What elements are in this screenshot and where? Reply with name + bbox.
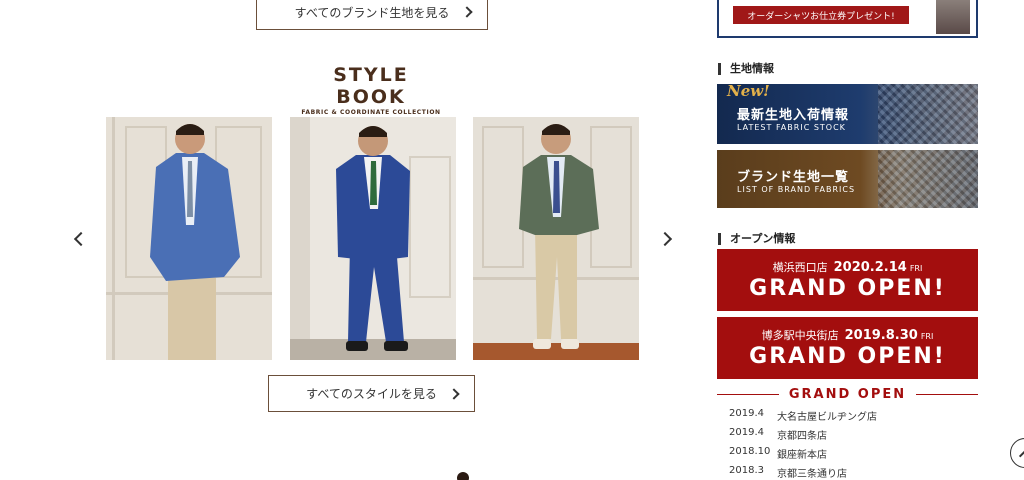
opening-details: 博多駅中央街店 2019.8.30 FRI [717, 327, 978, 343]
opening-weekday: FRI [920, 332, 934, 341]
list-item-date: 2019.4 [729, 408, 764, 419]
list-item[interactable]: 2019.4 大名古屋ビルヂング店 [729, 408, 877, 427]
opening-weekday: FRI [909, 264, 923, 273]
all-styles-button[interactable]: すべてのスタイルを見る [268, 375, 475, 412]
latest-fabric-subtitle: LATEST FABRIC STOCK [737, 123, 846, 132]
chevron-right-icon [448, 387, 460, 400]
style-book-heading: STYLE BOOK FABRIC & COORDINATE COLLECTIO… [296, 64, 446, 116]
brand-fabrics-banner[interactable]: ブランド生地一覧 LIST OF BRAND FABRICS [717, 150, 978, 208]
chevron-right-icon [461, 6, 473, 18]
opening-banner-hakata[interactable]: 博多駅中央街店 2019.8.30 FRI GRAND OPEN! [717, 317, 978, 379]
grand-open-section-heading: GRAND OPEN [717, 386, 978, 402]
divider [717, 393, 779, 395]
list-item-date: 2018.3 [729, 465, 764, 476]
style-look-3[interactable] [473, 117, 639, 360]
all-brand-fabrics-label: すべてのブランド生地を見る [294, 5, 450, 20]
scroll-to-top-button[interactable] [1010, 438, 1024, 468]
bottom-avatar-fragment [457, 472, 469, 480]
fabric-texture-image [878, 84, 978, 144]
list-item-store: 銀座新本店 [777, 450, 827, 461]
list-item[interactable]: 2019.4 京都四条店 [729, 427, 877, 446]
opening-store: 横浜西口店 [772, 261, 828, 274]
style-look-1[interactable] [106, 117, 272, 360]
style-look-2[interactable] [290, 117, 456, 360]
promo-model-image [936, 0, 970, 34]
shirt-voucher-promo-banner[interactable]: オーダーシャツお仕立券プレゼント! [717, 0, 978, 38]
carousel-next-arrow-icon[interactable] [657, 231, 673, 247]
grand-open-headline: GRAND OPEN! [749, 344, 946, 369]
open-info-heading: オープン情報 [718, 233, 795, 245]
opening-date: 2019.8.30 [844, 328, 918, 343]
fabric-info-heading: 生地情報 [718, 63, 774, 75]
fabric-texture-image [878, 150, 978, 208]
all-brand-fabrics-button[interactable]: すべてのブランド生地を見る [256, 0, 488, 30]
grand-open-headline: GRAND OPEN! [749, 276, 946, 301]
promo-ribbon: オーダーシャツお仕立券プレゼント! [733, 6, 909, 24]
opening-details: 横浜西口店 2020.2.14 FRI [717, 259, 978, 275]
list-item-date: 2018.10 [729, 446, 771, 457]
divider [916, 393, 978, 395]
list-item[interactable]: 2018.3 京都三条通り店 [729, 465, 877, 480]
carousel-prev-arrow-icon[interactable] [73, 231, 89, 247]
new-badge: New! [727, 84, 770, 100]
list-item-store: 京都四条店 [777, 431, 827, 442]
brand-fabrics-subtitle: LIST OF BRAND FABRICS [737, 185, 856, 194]
brand-fabrics-title: ブランド生地一覧 [737, 170, 850, 185]
opening-banner-yokohama[interactable]: 横浜西口店 2020.2.14 FRI GRAND OPEN! [717, 249, 978, 311]
all-styles-label: すべてのスタイルを見る [306, 387, 437, 401]
style-book-subtitle: FABRIC & COORDINATE COLLECTION [301, 109, 441, 116]
list-item-store: 京都三条通り店 [777, 469, 847, 480]
latest-fabric-title: 最新生地入荷情報 [737, 108, 850, 123]
list-item-date: 2019.4 [729, 427, 764, 438]
look-1-pants [168, 275, 216, 360]
grand-open-list: 2019.4 大名古屋ビルヂング店 2019.4 京都四条店 2018.10 銀座新本… [729, 408, 877, 480]
list-item-store: 大名古屋ビルヂング店 [777, 412, 877, 423]
list-item[interactable]: 2018.10 銀座新本店 [729, 446, 877, 465]
style-book-title: STYLE BOOK [333, 64, 409, 108]
opening-store: 博多駅中央街店 [761, 329, 839, 342]
opening-date: 2020.2.14 [833, 260, 907, 275]
grand-open-title: GRAND OPEN [788, 386, 907, 402]
latest-fabric-banner[interactable]: New! 最新生地入荷情報 LATEST FABRIC STOCK [717, 84, 978, 144]
